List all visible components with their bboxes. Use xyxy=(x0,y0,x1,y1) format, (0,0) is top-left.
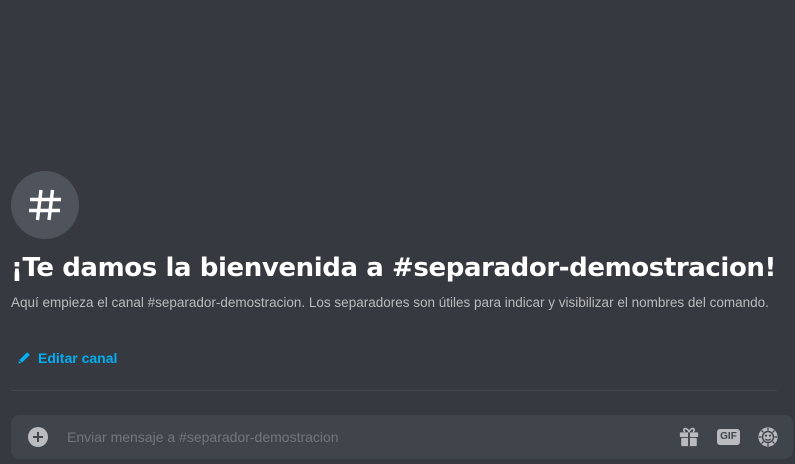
add-circle-icon xyxy=(28,427,48,447)
edit-channel-label: Editar canal xyxy=(38,350,118,366)
edit-channel-link[interactable]: Editar canal xyxy=(17,347,117,369)
divider xyxy=(11,390,777,391)
gift-icon xyxy=(679,427,699,447)
channel-avatar xyxy=(11,171,79,239)
hashtag-icon xyxy=(29,189,61,221)
message-composer: GIF xyxy=(11,415,793,459)
chat-area: ¡Te damos la bienvenida a #separador-dem… xyxy=(0,0,795,464)
welcome-description: Aquí empieza el canal #separador-demostr… xyxy=(11,295,769,310)
emoji-icon xyxy=(758,427,778,447)
gif-button[interactable]: GIF xyxy=(716,425,741,449)
upload-button[interactable] xyxy=(28,427,48,447)
welcome-title: ¡Te damos la bienvenida a #separador-dem… xyxy=(11,253,776,283)
emoji-button[interactable] xyxy=(756,425,780,449)
gif-icon: GIF xyxy=(717,429,740,445)
message-input[interactable] xyxy=(67,415,667,459)
gift-button[interactable] xyxy=(677,425,701,449)
pencil-icon xyxy=(18,352,30,364)
